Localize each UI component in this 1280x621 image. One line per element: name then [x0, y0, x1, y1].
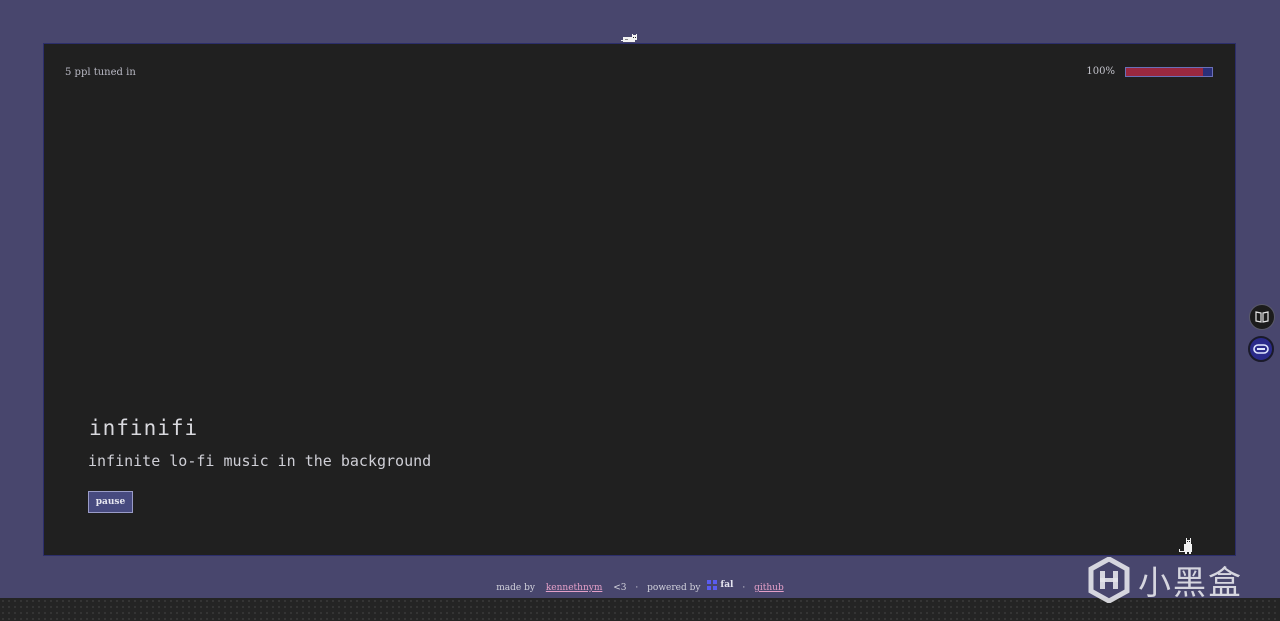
listener-count: 5 ppl tuned in: [65, 67, 136, 78]
fal-logo-icon: [707, 580, 718, 590]
app-subtitle: infinite lo-fi music in the background: [88, 452, 432, 470]
watermark: 小黑盒: [1088, 556, 1243, 604]
footer-separator: ·: [635, 583, 639, 593]
watermark-text: 小黑盒: [1138, 563, 1243, 602]
book-icon: [1255, 311, 1269, 323]
cat-sleeping-icon: [621, 34, 637, 42]
app-title: infinifi: [89, 416, 199, 440]
footer-separator-2: ·: [742, 583, 746, 593]
side-book-button[interactable]: [1249, 304, 1275, 330]
pause-button[interactable]: pause: [88, 491, 133, 513]
cat-sitting-icon: [1179, 538, 1192, 554]
fal-logo[interactable]: fal: [707, 580, 733, 590]
author-link[interactable]: kennethnym: [546, 583, 603, 593]
player-panel: 5 ppl tuned in 100% infinifi infinite lo…: [43, 43, 1236, 556]
side-game-button[interactable]: [1248, 336, 1274, 362]
volume-fill: [1126, 67, 1204, 76]
volume-control[interactable]: 100%: [1086, 66, 1213, 77]
footer-heart: <3: [613, 583, 627, 593]
footer-made-by: made by: [496, 583, 535, 593]
fal-label: fal: [720, 580, 734, 590]
page: 5 ppl tuned in 100% infinifi infinite lo…: [0, 0, 1280, 621]
footer-powered-by: powered by: [647, 583, 701, 593]
xiaoheihe-logo-icon: [1088, 557, 1130, 603]
github-link[interactable]: github: [754, 583, 784, 593]
volume-label: 100%: [1086, 66, 1115, 77]
gamepad-icon: [1253, 344, 1269, 354]
volume-slider[interactable]: [1125, 66, 1213, 77]
